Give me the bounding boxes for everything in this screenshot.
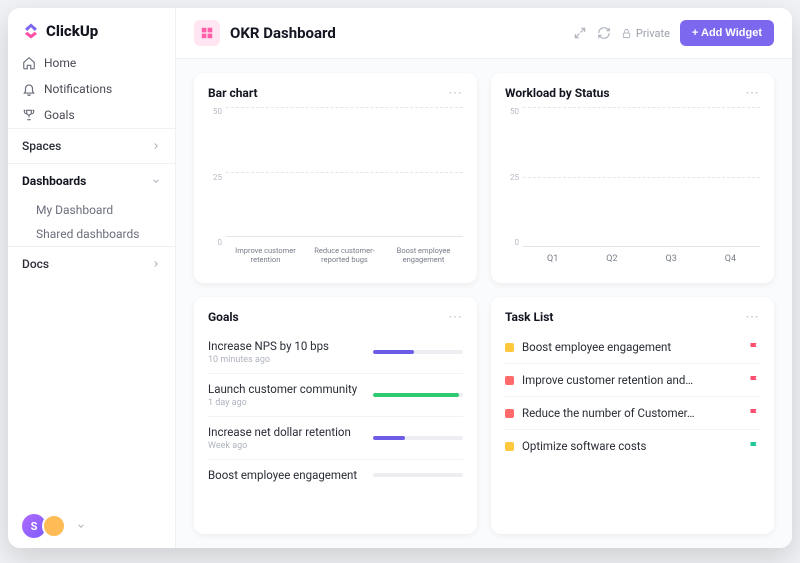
section-docs-label: Docs (22, 257, 49, 271)
bell-icon (22, 82, 36, 96)
expand-icon[interactable] (573, 26, 587, 40)
progress-bar (373, 436, 463, 440)
trophy-icon (22, 108, 36, 122)
avatar-secondary (42, 514, 66, 538)
status-square (505, 376, 514, 385)
section-docs[interactable]: Docs (8, 246, 175, 281)
section-spaces[interactable]: Spaces (8, 128, 175, 163)
dashboard-glyph (194, 20, 220, 46)
card-title: Goals (208, 310, 239, 324)
card-title: Bar chart (208, 86, 258, 100)
lock-icon (621, 28, 632, 39)
card-bar-chart: Bar chart ⋯ 50250 Improve customer reten… (194, 73, 477, 283)
chevron-down-icon (151, 176, 161, 186)
refresh-icon[interactable] (597, 26, 611, 40)
app-window: ClickUp Home Notifications Goals Spaces … (8, 8, 792, 548)
bar-label: Boost employee engagement (388, 246, 458, 264)
card-title: Workload by Status (505, 86, 610, 100)
category-label: Q2 (606, 254, 617, 264)
task-name: Optimize software costs (522, 439, 740, 453)
goal-row[interactable]: Launch customer community 1 day ago (208, 374, 463, 417)
task-row[interactable]: Reduce the number of Customer… (505, 397, 760, 430)
card-workload: Workload by Status ⋯ 50250 Q1Q2Q3Q4 (491, 73, 774, 283)
task-name: Reduce the number of Customer… (522, 406, 740, 420)
flag-icon[interactable] (748, 407, 760, 419)
nav-notifications-label: Notifications (44, 82, 112, 96)
goal-meta: 10 minutes ago (208, 355, 329, 365)
goal-row[interactable]: Boost employee engagement (208, 460, 463, 490)
main: OKR Dashboard Private + Add Widget Bar c… (176, 8, 792, 548)
bar-label: Improve customer retention (230, 246, 300, 264)
bar-chart: 50250 Improve customer retentionReduce c… (208, 107, 463, 273)
goal-name: Increase NPS by 10 bps (208, 339, 329, 353)
progress-bar (373, 393, 463, 397)
nav-home-label: Home (44, 56, 76, 70)
privacy-indicator[interactable]: Private (621, 27, 670, 40)
task-list: Boost employee engagement Improve custome… (505, 331, 760, 462)
card-goals: Goals ⋯ Increase NPS by 10 bps 10 minutes… (194, 297, 477, 534)
goals-list: Increase NPS by 10 bps 10 minutes ago Laun… (208, 331, 463, 490)
sidebar-item-shared-dashboards[interactable]: Shared dashboards (8, 222, 175, 246)
dashboard-grid: Bar chart ⋯ 50250 Improve customer reten… (176, 59, 792, 548)
workload-chart: 50250 Q1Q2Q3Q4 (505, 107, 760, 273)
status-square (505, 343, 514, 352)
section-dashboards-label: Dashboards (22, 174, 86, 188)
category-label: Q3 (666, 254, 677, 264)
clickup-logo-icon (22, 22, 40, 40)
chevron-right-icon (151, 141, 161, 151)
section-dashboards[interactable]: Dashboards (8, 163, 175, 198)
progress-bar (373, 473, 463, 477)
card-tasklist: Task List ⋯ Boost employee engagement Imp… (491, 297, 774, 534)
bar-label: Reduce customer-reported bugs (309, 246, 379, 264)
nav-home[interactable]: Home (8, 50, 175, 76)
add-widget-button[interactable]: + Add Widget (680, 20, 774, 46)
card-menu[interactable]: ⋯ (745, 85, 760, 101)
flag-icon[interactable] (748, 341, 760, 353)
sidebar-item-my-dashboard[interactable]: My Dashboard (8, 198, 175, 222)
progress-bar (373, 350, 463, 354)
task-row[interactable]: Optimize software costs (505, 430, 760, 462)
grid-icon (200, 26, 214, 40)
goal-row[interactable]: Increase NPS by 10 bps 10 minutes ago (208, 331, 463, 374)
nav-notifications[interactable]: Notifications (8, 76, 175, 102)
sidebar: ClickUp Home Notifications Goals Spaces … (8, 8, 176, 548)
status-square (505, 442, 514, 451)
section-spaces-label: Spaces (22, 139, 61, 153)
goal-meta: 1 day ago (208, 398, 357, 408)
topbar: OKR Dashboard Private + Add Widget (176, 8, 792, 59)
task-row[interactable]: Improve customer retention and… (505, 364, 760, 397)
task-name: Boost employee engagement (522, 340, 740, 354)
status-square (505, 409, 514, 418)
card-title: Task List (505, 310, 553, 324)
card-menu[interactable]: ⋯ (448, 309, 463, 325)
card-menu[interactable]: ⋯ (448, 85, 463, 101)
brand-name: ClickUp (46, 22, 98, 40)
chevron-right-icon (151, 259, 161, 269)
home-icon (22, 56, 36, 70)
privacy-label: Private (636, 27, 670, 40)
task-row[interactable]: Boost employee engagement (505, 331, 760, 364)
nav-goals-label: Goals (44, 108, 75, 122)
flag-icon[interactable] (748, 374, 760, 386)
nav-goals[interactable]: Goals (8, 102, 175, 128)
goal-row[interactable]: Increase net dollar retention Week ago (208, 417, 463, 460)
goal-name: Increase net dollar retention (208, 425, 351, 439)
card-menu[interactable]: ⋯ (745, 309, 760, 325)
goal-meta: Week ago (208, 441, 351, 451)
category-label: Q4 (725, 254, 736, 264)
task-name: Improve customer retention and… (522, 373, 740, 387)
chevron-down-icon (76, 521, 86, 531)
flag-icon[interactable] (748, 440, 760, 452)
brand: ClickUp (8, 8, 175, 50)
goal-name: Launch customer community (208, 382, 357, 396)
page-title: OKR Dashboard (230, 24, 336, 42)
user-strip[interactable]: S (8, 504, 175, 548)
category-label: Q1 (547, 254, 558, 264)
goal-name: Boost employee engagement (208, 468, 357, 482)
